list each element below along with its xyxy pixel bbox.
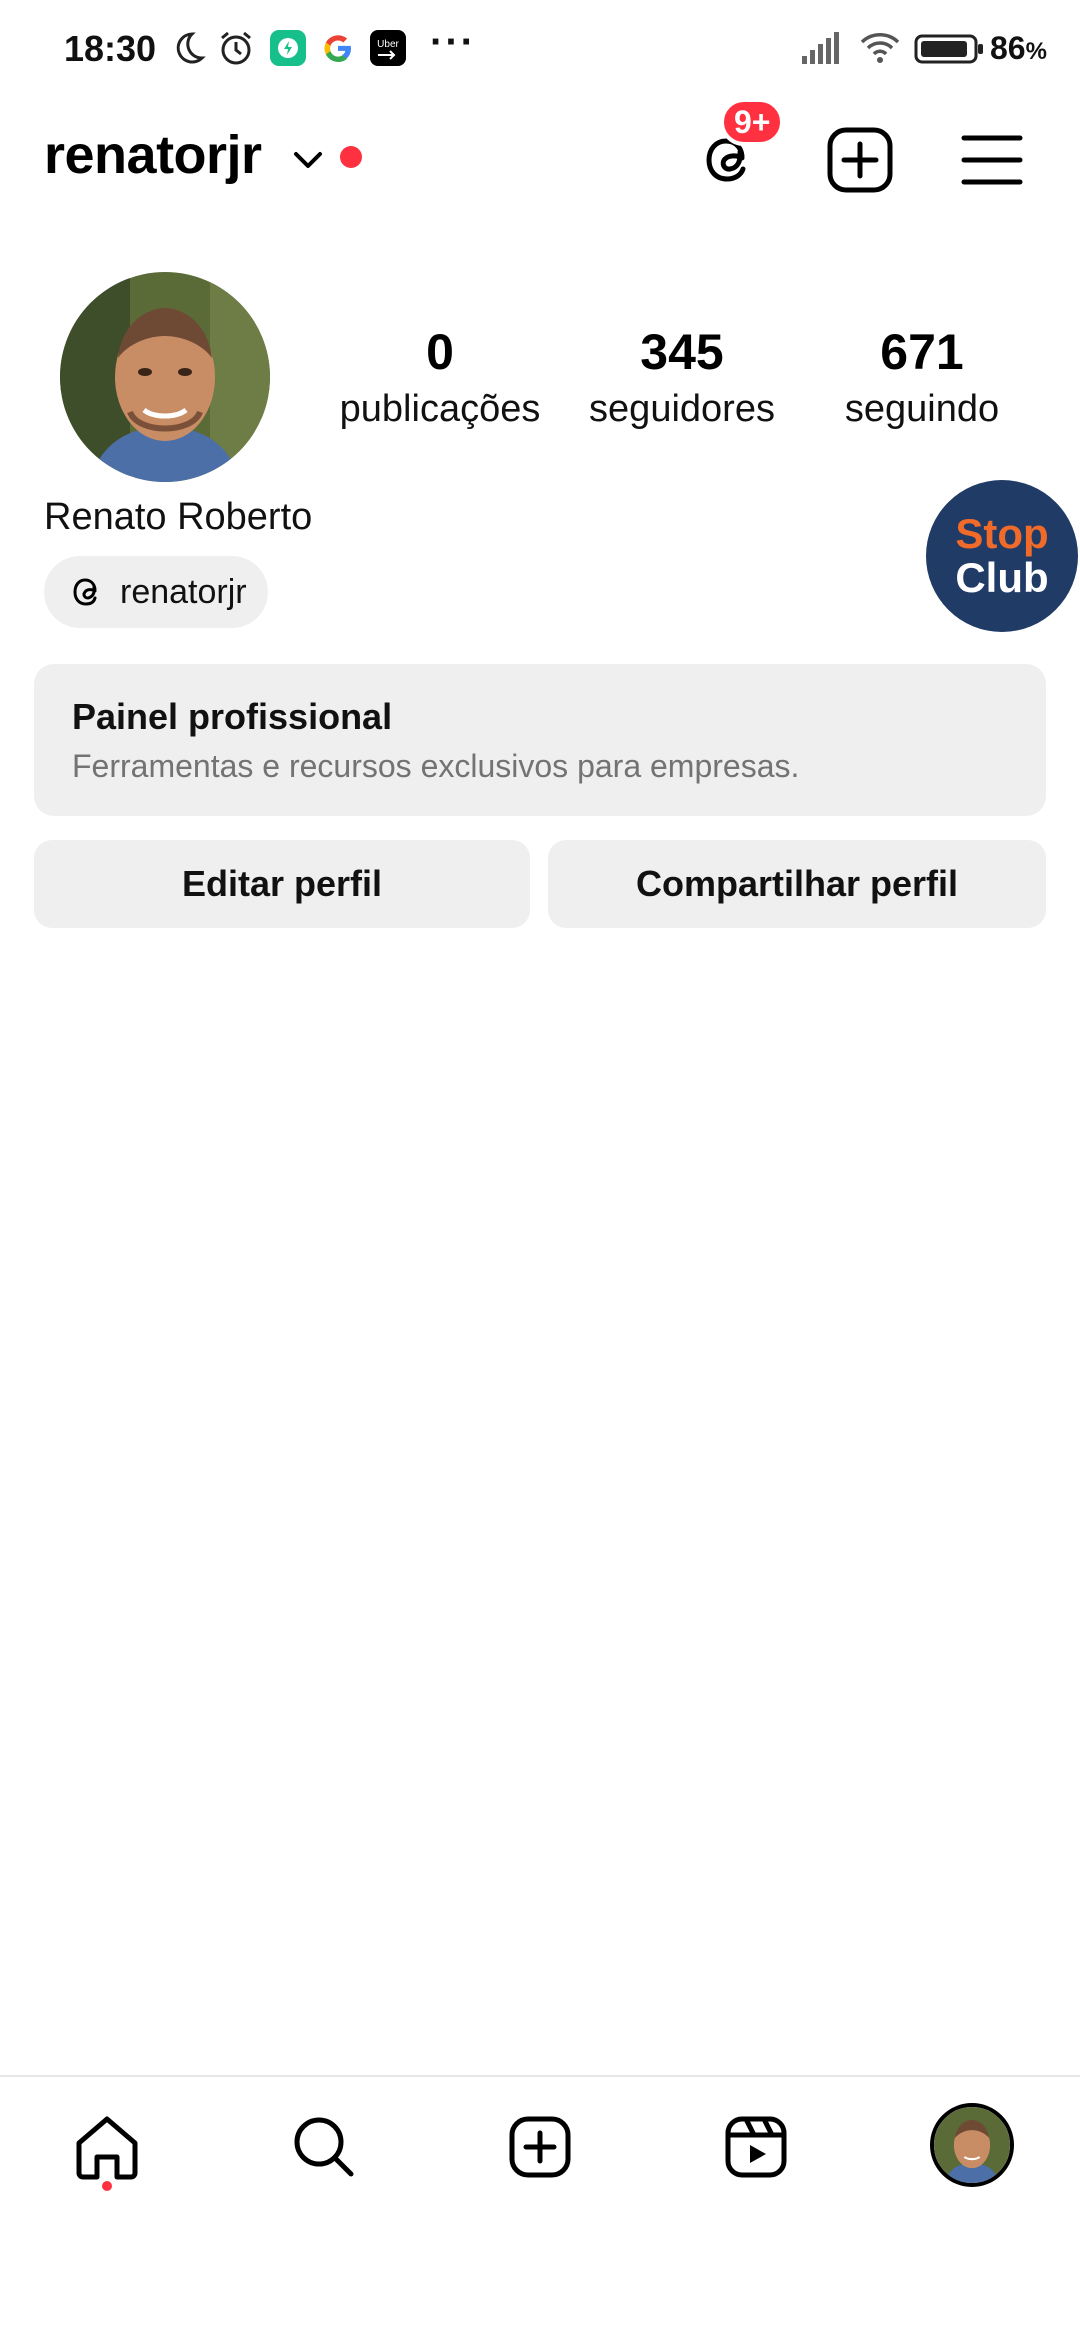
home-icon[interactable] [67, 2107, 147, 2187]
threads-badge: 9+ [720, 98, 785, 146]
avatar-photo [60, 272, 270, 482]
menu-icon[interactable] [954, 122, 1030, 198]
status-bar: 18:30 Uber ··· 86% [0, 0, 1080, 100]
avatar[interactable] [60, 272, 270, 482]
battery-percent: 86% [990, 30, 1047, 66]
stat-following-value: 671 [880, 324, 964, 380]
stat-following-label: seguindo [844, 388, 1000, 430]
pro-panel-subtitle: Ferramentas e recursos exclusivos para e… [72, 748, 800, 784]
stat-followers-label: seguidores [589, 388, 775, 430]
stat-posts-label: publicações [339, 388, 541, 430]
stat-followers[interactable]: 345 seguidores [572, 320, 792, 434]
google-icon [324, 35, 351, 62]
profile-tab-avatar[interactable] [930, 2103, 1014, 2187]
threads-chip-icon [73, 578, 97, 606]
edit-profile-button[interactable]: Editar perfil [34, 840, 530, 928]
bottom-navigation [0, 2075, 1080, 2215]
share-profile-button[interactable]: Compartilhar perfil [548, 840, 1046, 928]
wifi-icon [860, 33, 900, 63]
alarm-icon [221, 31, 251, 65]
professional-dashboard-card[interactable]: Painel profissional Ferramentas e recurs… [34, 664, 1046, 816]
stopclub-line2: Club [955, 554, 1049, 601]
battery-icon [914, 34, 983, 64]
create-icon[interactable] [500, 2107, 580, 2187]
chevron-down-icon[interactable] [288, 140, 328, 180]
home-notification-dot [102, 2181, 112, 2191]
stopclub-floating-bubble[interactable]: Stop Club [926, 480, 1078, 632]
stat-posts[interactable]: 0 publicações [330, 320, 550, 434]
stat-posts-value: 0 [426, 324, 454, 380]
create-post-icon[interactable] [822, 122, 898, 198]
reels-icon[interactable] [716, 2107, 796, 2187]
threads-handle: renatorjr [120, 572, 247, 611]
status-time: 18:30 [64, 28, 157, 69]
svg-text:Uber: Uber [377, 39, 399, 50]
search-icon[interactable] [284, 2107, 364, 2187]
stat-followers-value: 345 [640, 324, 724, 380]
profile-full-name: Renato Roberto [44, 496, 313, 538]
account-notification-dot [340, 146, 362, 168]
profile-header: renatorjr 9+ [0, 98, 1080, 210]
uber-icon: Uber [370, 30, 406, 66]
signal-icon [802, 32, 839, 64]
threads-profile-chip[interactable]: renatorjr [44, 556, 268, 628]
profile-tab-avatar-photo [934, 2107, 1010, 2183]
stat-following[interactable]: 671 seguindo [812, 320, 1032, 434]
username-switcher[interactable]: renatorjr [44, 124, 262, 186]
moon-icon [176, 32, 206, 64]
pro-panel-title: Painel profissional [72, 696, 393, 737]
overflow-dots: ··· [430, 20, 476, 64]
stopclub-line1: Stop [955, 510, 1049, 557]
shield-app-icon [270, 30, 306, 66]
